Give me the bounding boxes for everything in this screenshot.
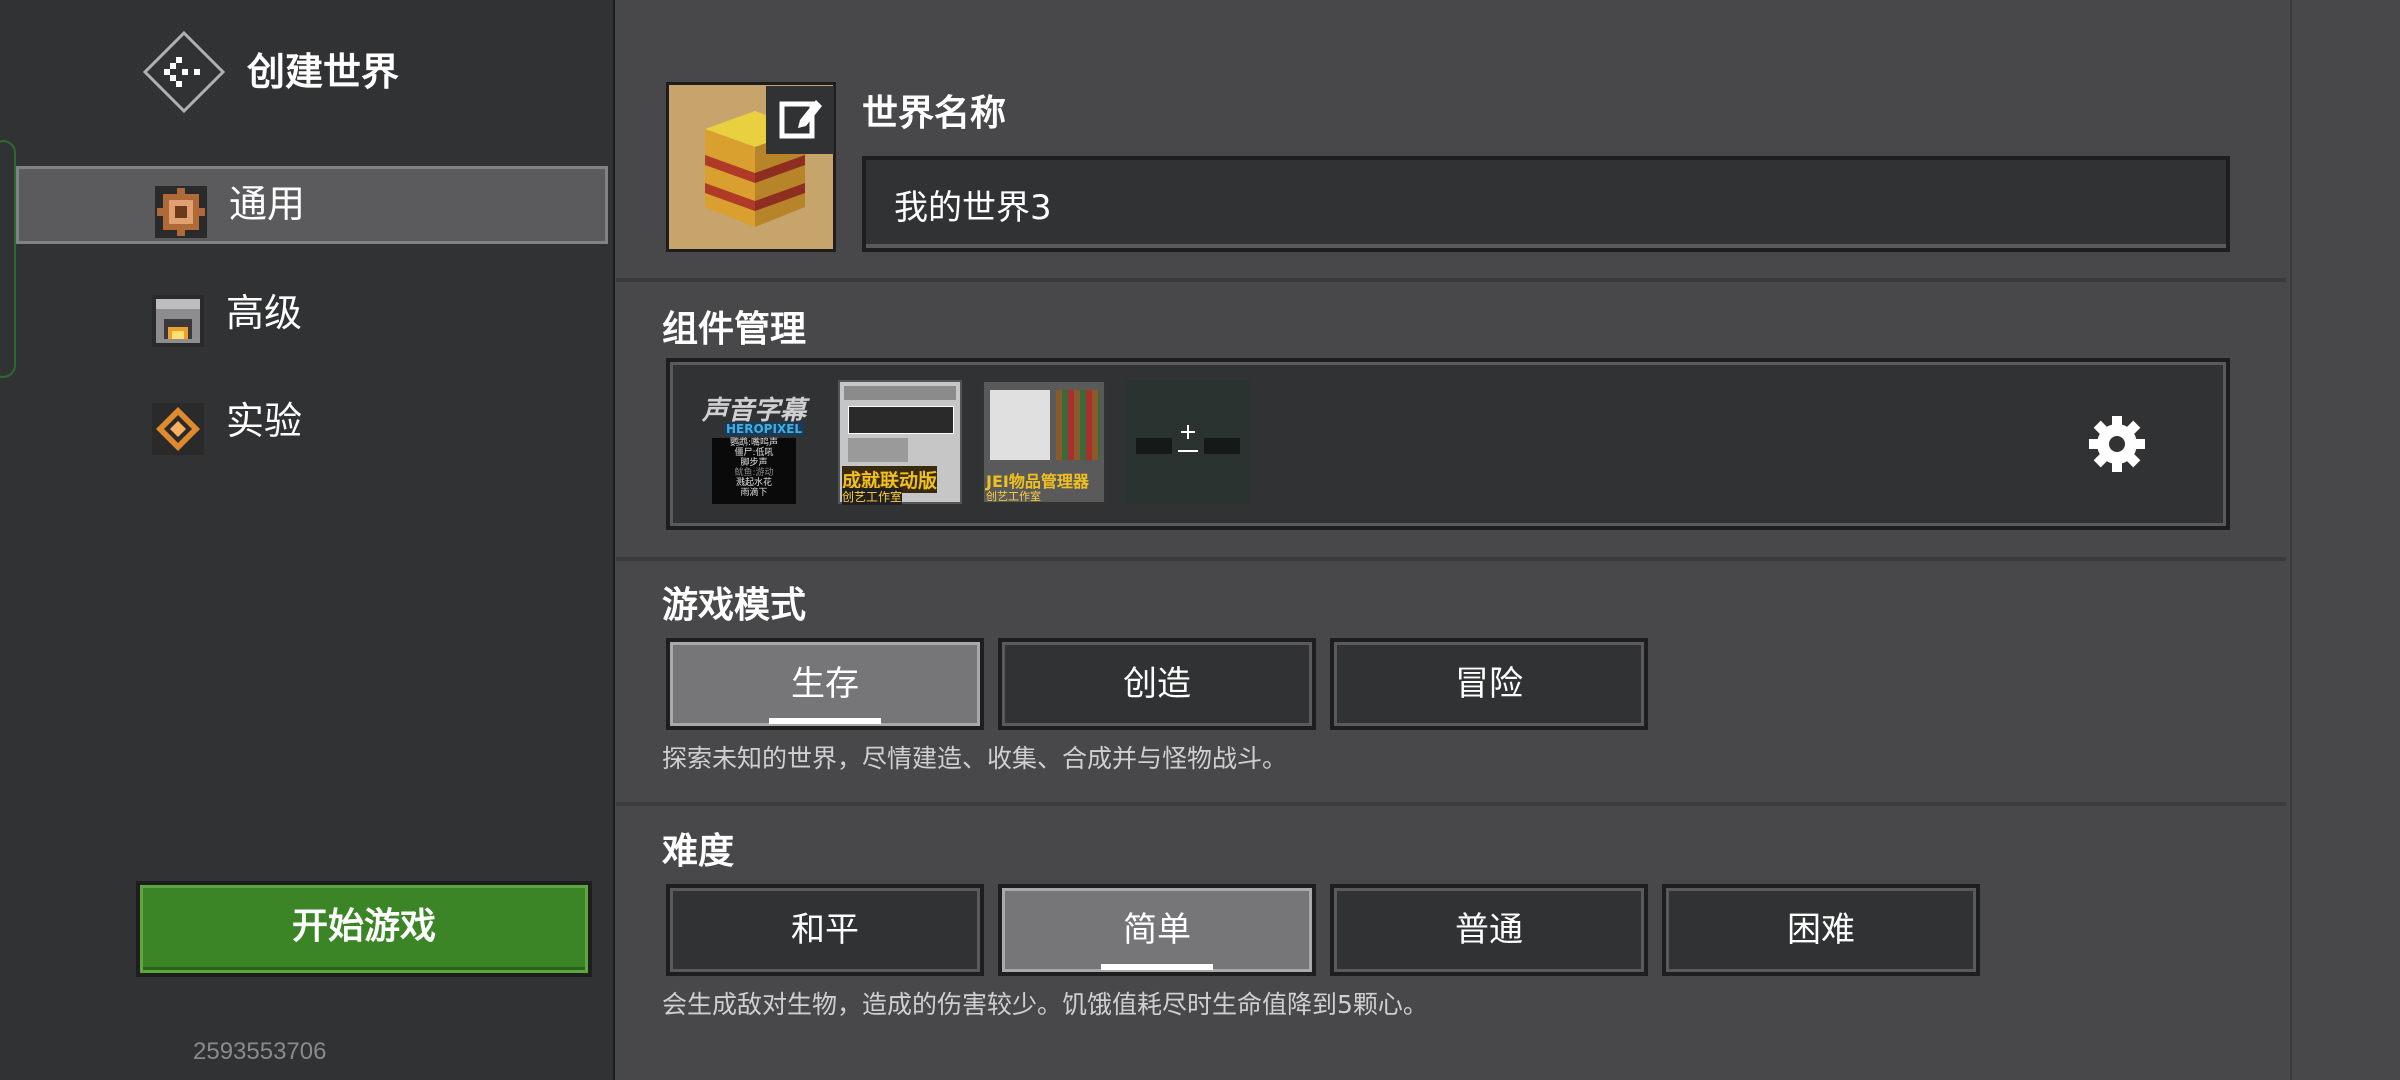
addon-pack-studio: 创艺工作室	[986, 490, 1041, 503]
world-name-heading: 世界名称	[862, 93, 1007, 134]
addon-pack-art	[844, 386, 956, 400]
difficulty-easy-button[interactable]: 简单	[998, 884, 1316, 976]
sidebar-item-label: 通用	[229, 182, 306, 226]
section-divider	[616, 278, 2286, 282]
back-button[interactable]	[142, 30, 226, 114]
sidebar-item-general[interactable]: 通用	[16, 166, 608, 244]
world-seed: 2593553706	[193, 1038, 327, 1065]
experiment-icon	[152, 403, 204, 455]
button-label: 普通	[1455, 910, 1523, 950]
sidebar-item-label: 实验	[226, 399, 303, 443]
addon-pack-preview: 鹦鹉:嘴鸣声 僵尸:低吼 脚步声 鱿鱼:游动 溅起水花 雨滴下	[712, 438, 796, 504]
button-label: 冒险	[1455, 664, 1523, 704]
difficulty-normal-button[interactable]: 普通	[1330, 884, 1648, 976]
difficulty-hard-button[interactable]: 困难	[1662, 884, 1980, 976]
difficulty-peaceful-button[interactable]: 和平	[666, 884, 984, 976]
edit-image-icon	[779, 100, 822, 139]
addon-pack-subtitles[interactable]: 声音字幕 HEROPIXEL 鹦鹉:嘴鸣声 僵尸:低吼 脚步声 鱿鱼:游动 溅起…	[692, 380, 816, 504]
add-pack-icon	[1136, 425, 1240, 454]
scrollbar-track[interactable]	[2290, 0, 2292, 1080]
button-label: 创造	[1123, 664, 1191, 704]
addon-preview-line: 鱿鱼:游动	[734, 468, 774, 478]
game-mode-creative-button[interactable]: 创造	[998, 638, 1316, 730]
addons-heading: 组件管理	[662, 309, 807, 350]
addon-preview-line: 僵尸:低吼	[734, 448, 774, 458]
general-gear-icon	[155, 186, 207, 238]
addon-settings-button[interactable]	[2086, 413, 2148, 475]
addon-pack-art	[848, 438, 908, 462]
addon-pack-add[interactable]	[1126, 380, 1250, 504]
gear-icon	[2089, 416, 2145, 472]
addon-pack-art	[1056, 390, 1100, 460]
selected-indicator	[1101, 964, 1213, 970]
page-title: 创建世界	[247, 50, 400, 94]
edit-thumbnail-button[interactable]	[766, 86, 834, 154]
game-mode-description: 探索未知的世界，尽情建造、收集、合成并与怪物战斗。	[662, 744, 1288, 773]
section-divider	[616, 802, 2286, 806]
addon-pack-art	[990, 390, 1050, 460]
addon-pack-achievements[interactable]: 成就联动版 创艺工作室	[838, 380, 962, 505]
addon-preview-line: 脚步声	[740, 458, 768, 468]
game-mode-heading: 游戏模式	[662, 585, 807, 626]
sidebar-divider	[613, 0, 615, 1080]
sidebar-item-experiments[interactable]: 实验	[0, 383, 608, 461]
button-label: 困难	[1787, 910, 1855, 950]
sidebar-item-label: 高级	[226, 291, 303, 335]
addon-preview-line: 鹦鹉:嘴鸣声	[729, 438, 779, 448]
addon-preview-line: 雨滴下	[740, 488, 768, 498]
addon-pack-studio: 创艺工作室	[842, 488, 903, 505]
section-divider	[616, 557, 2286, 561]
back-arrow-icon	[142, 30, 226, 114]
sidebar-item-advanced[interactable]: 高级	[0, 275, 608, 353]
button-label: 生存	[791, 664, 859, 704]
addon-preview-line: 溅起水花	[735, 478, 772, 488]
selected-indicator	[769, 718, 881, 724]
addon-pack-subtitle: HEROPIXEL	[724, 422, 805, 436]
world-name-input[interactable]	[862, 156, 2230, 252]
start-game-button[interactable]: 开始游戏	[136, 881, 592, 977]
addon-pack-art	[848, 406, 954, 434]
difficulty-description: 会生成敌对生物，造成的伤害较少。饥饿值耗尽时生命值降到5颗心。	[662, 990, 1428, 1019]
button-label: 和平	[791, 910, 859, 950]
addon-pack-jei[interactable]: JEI物品管理器 创艺工作室	[982, 380, 1106, 504]
difficulty-heading: 难度	[662, 831, 735, 872]
game-mode-adventure-button[interactable]: 冒险	[1330, 638, 1648, 730]
furnace-icon	[152, 295, 204, 347]
button-label: 简单	[1123, 910, 1191, 950]
game-mode-survival-button[interactable]: 生存	[666, 638, 984, 730]
